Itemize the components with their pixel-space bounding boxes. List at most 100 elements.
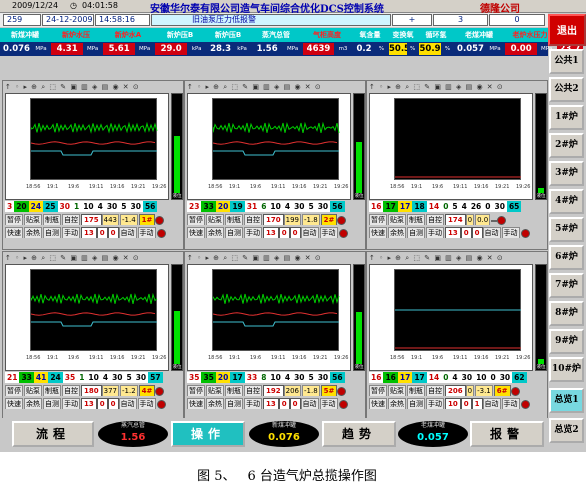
readout-value[interactable]: 443 xyxy=(101,214,119,225)
counter-value[interactable]: 13 xyxy=(81,398,97,409)
trend-toolbar[interactable]: ↑ ◦ ▸ ⊕ ⌕ ⬚ ✎ ▣ ▥ ◈ ▤ ◉ ✕ ⊙ xyxy=(5,82,181,92)
counter-value[interactable]: 0 xyxy=(289,398,301,409)
nav-button-4[interactable]: 2#炉 xyxy=(549,133,584,158)
trend-plot[interactable]: 18:56 19:1 19:6 19:11 19:16 19:21 19:26 xyxy=(5,93,169,200)
mode-button[interactable]: 手动 xyxy=(426,227,444,238)
mode-button[interactable]: 快速 xyxy=(187,227,205,238)
counter-value[interactable]: 0 xyxy=(278,227,290,238)
setpoint-value[interactable]: 206 xyxy=(445,385,466,396)
trend-toolbar[interactable]: ↑ ◦ ▸ ⊕ ⌕ ⬚ ✎ ▣ ▥ ◈ ▤ ◉ ✕ ⊙ xyxy=(5,253,181,263)
mode-button[interactable]: 余热 xyxy=(388,227,406,238)
trend-plot[interactable]: 18:56 19:1 19:6 19:11 19:16 19:21 19:26 xyxy=(369,264,533,371)
mode-button[interactable]: 余热 xyxy=(24,398,42,409)
mode-button[interactable]: 自动 xyxy=(300,227,319,238)
control-button[interactable]: 自控 xyxy=(426,214,444,225)
trend-toolbar[interactable]: ↑ ◦ ▸ ⊕ ⌕ ⬚ ✎ ▣ ▥ ◈ ▤ ◉ ✕ ⊙ xyxy=(187,82,363,92)
mode-button[interactable]: 手动 xyxy=(137,398,156,409)
readout-value[interactable]: 0 xyxy=(465,214,475,225)
control-button[interactable]: 贴泵 xyxy=(206,214,224,225)
control-button[interactable]: 制瓶 xyxy=(407,214,425,225)
readout-value[interactable]: 206 xyxy=(283,385,301,396)
counter-value[interactable]: 13 xyxy=(263,398,279,409)
control-button[interactable]: 制瓶 xyxy=(43,385,61,396)
trend-plot[interactable]: 18:56 19:1 19:6 19:11 19:16 19:21 19:26 xyxy=(369,93,533,200)
operate-button[interactable]: 操作 xyxy=(171,421,245,447)
mode-button[interactable]: 快速 xyxy=(5,398,23,409)
setpoint-value[interactable]: 170 xyxy=(263,214,284,225)
nav-button-1[interactable]: 公共1 xyxy=(549,49,584,74)
mode-button[interactable]: 自动 xyxy=(300,398,319,409)
nav-button-6[interactable]: 4#炉 xyxy=(549,189,584,214)
nav-button-12[interactable]: 10#炉 xyxy=(549,357,584,382)
readout-value[interactable]: -3.1 xyxy=(475,385,493,396)
control-button[interactable]: 自控 xyxy=(62,385,80,396)
counter-value[interactable]: 10 xyxy=(445,398,461,409)
nav-button-13[interactable]: 总览1 xyxy=(549,388,584,413)
control-button[interactable]: 暂停 xyxy=(5,385,23,396)
nav-button-8[interactable]: 6#炉 xyxy=(549,245,584,270)
mode-button[interactable]: 余热 xyxy=(206,227,224,238)
control-button[interactable]: 贴泵 xyxy=(206,385,224,396)
counter-value[interactable]: 0 xyxy=(96,227,108,238)
mode-button[interactable]: 手动 xyxy=(426,398,444,409)
readout-value[interactable]: -1.8 xyxy=(302,385,320,396)
control-button[interactable]: 贴泵 xyxy=(388,385,406,396)
counter-value[interactable]: 1 xyxy=(471,398,483,409)
counter-value[interactable]: 0 xyxy=(460,227,472,238)
alarm-button[interactable]: 报警 xyxy=(470,421,544,447)
trend-plot[interactable]: 18:56 19:1 19:6 19:11 19:16 19:21 19:26 xyxy=(187,93,351,200)
counter-value[interactable]: 13 xyxy=(263,227,279,238)
mode-button[interactable]: 快速 xyxy=(187,398,205,409)
trend-toolbar[interactable]: ↑ ◦ ▸ ⊕ ⌕ ⬚ ✎ ▣ ▥ ◈ ▤ ◉ ✕ ⊙ xyxy=(369,253,545,263)
counter-value[interactable]: 0 xyxy=(107,398,119,409)
mode-button[interactable]: 手动 xyxy=(501,398,520,409)
furnace-tag[interactable]: 5# xyxy=(320,385,338,396)
control-button[interactable]: 自控 xyxy=(62,214,80,225)
nav-button-7[interactable]: 5#炉 xyxy=(549,217,584,242)
furnace-tag[interactable]: 1# xyxy=(138,214,156,225)
readout-value[interactable]: 0.0 xyxy=(475,214,491,225)
nav-button-2[interactable]: 公共2 xyxy=(549,77,584,102)
furnace-tag[interactable]: 4# xyxy=(138,385,156,396)
trend-toolbar[interactable]: ↑ ◦ ▸ ⊕ ⌕ ⬚ ✎ ▣ ▥ ◈ ▤ ◉ ✕ ⊙ xyxy=(369,82,545,92)
furnace-tag[interactable]: 2# xyxy=(320,214,338,225)
trend-plot[interactable]: 18:56 19:1 19:6 19:11 19:16 19:21 19:26 xyxy=(187,264,351,371)
control-button[interactable]: 贴泵 xyxy=(24,214,42,225)
counter-value[interactable]: 0 xyxy=(107,227,119,238)
control-button[interactable]: 制瓶 xyxy=(225,214,243,225)
readout-value[interactable]: -1.8 xyxy=(302,214,320,225)
readout-value[interactable]: -1.4 xyxy=(120,214,138,225)
control-button[interactable]: 自控 xyxy=(244,214,262,225)
nav-button-5[interactable]: 3#炉 xyxy=(549,161,584,186)
mode-button[interactable]: 自测 xyxy=(43,398,61,409)
trend-plot[interactable]: 18:56 19:1 19:6 19:11 19:16 19:21 19:26 xyxy=(5,264,169,371)
mode-button[interactable]: 自测 xyxy=(407,227,425,238)
control-button[interactable]: 暂停 xyxy=(187,385,205,396)
readout-value[interactable]: 377 xyxy=(101,385,119,396)
control-button[interactable]: 暂停 xyxy=(5,214,23,225)
trend-button[interactable]: 趋势 xyxy=(322,421,396,447)
control-button[interactable]: 贴泵 xyxy=(388,214,406,225)
mode-button[interactable]: 快速 xyxy=(369,398,387,409)
counter-value[interactable]: 0 xyxy=(289,227,301,238)
mode-button[interactable]: 手动 xyxy=(244,227,262,238)
mode-button[interactable]: 自动 xyxy=(482,227,501,238)
control-button[interactable]: 暂停 xyxy=(369,214,387,225)
control-button[interactable]: 制瓶 xyxy=(225,385,243,396)
mode-button[interactable]: 余热 xyxy=(24,227,42,238)
mode-button[interactable]: 手动 xyxy=(62,398,80,409)
control-button[interactable]: 制瓶 xyxy=(407,385,425,396)
counter-value[interactable]: 0 xyxy=(471,227,483,238)
mode-button[interactable]: 余热 xyxy=(206,398,224,409)
readout-value[interactable]: 0 xyxy=(465,385,475,396)
counter-value[interactable]: 0 xyxy=(460,398,472,409)
nav-button-14[interactable]: 总览2 xyxy=(549,418,584,443)
setpoint-value[interactable]: 192 xyxy=(263,385,284,396)
mode-button[interactable]: 手动 xyxy=(319,227,338,238)
control-button[interactable]: 暂停 xyxy=(187,214,205,225)
mode-button[interactable]: 手动 xyxy=(501,227,520,238)
mode-button[interactable]: 手动 xyxy=(319,398,338,409)
mode-button[interactable]: 手动 xyxy=(137,227,156,238)
alarm-message[interactable]: 旧油泵压力低报警 xyxy=(151,14,391,26)
flow-button[interactable]: 流程 xyxy=(12,421,94,447)
